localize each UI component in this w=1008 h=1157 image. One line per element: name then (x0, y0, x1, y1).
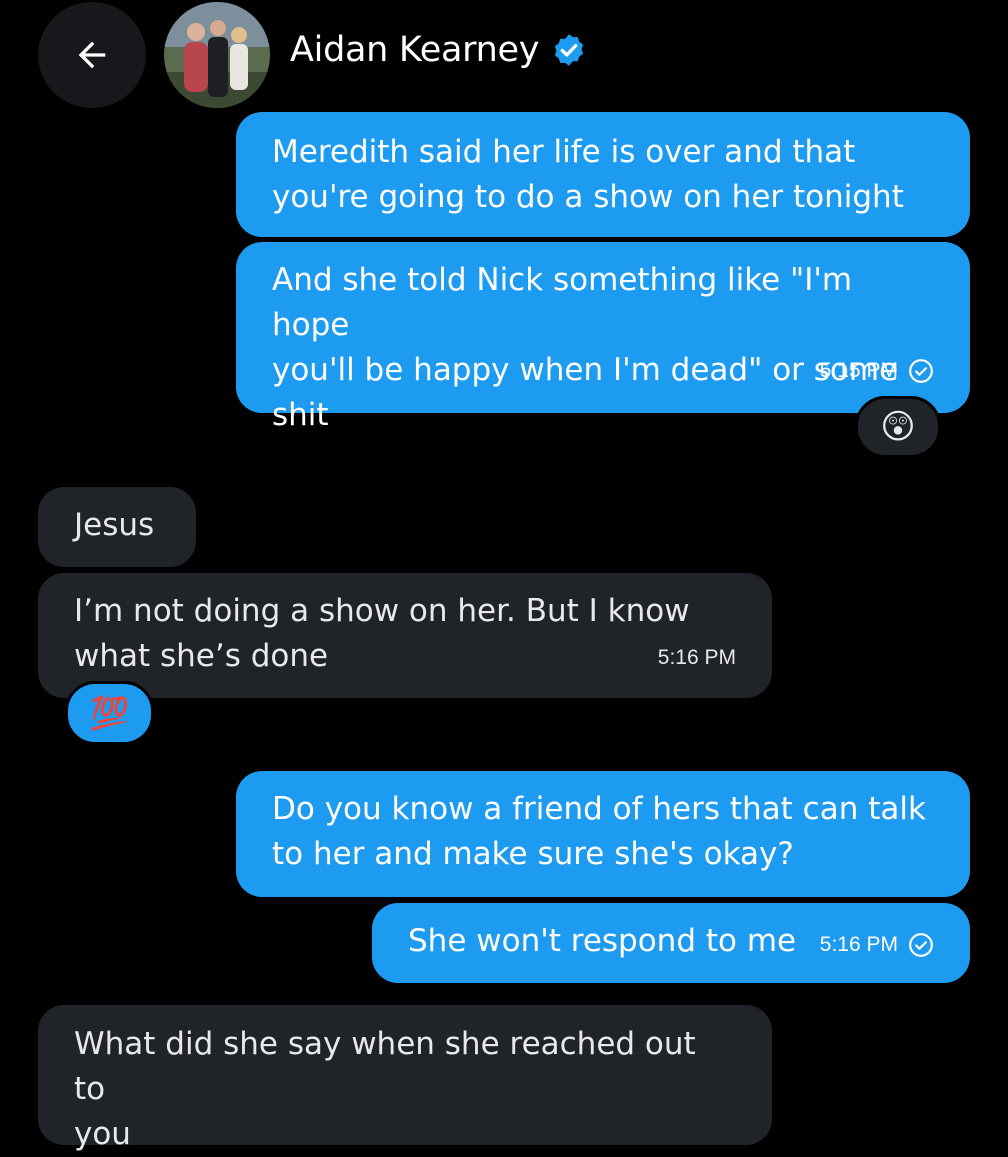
message-bubble-received[interactable]: Jesus (38, 487, 196, 567)
message-text: Meredith said her life is over and that … (272, 134, 904, 215)
hundred-points-icon: 💯 (89, 694, 130, 732)
message-reaction[interactable]: 💯 (65, 681, 154, 745)
timestamp-text: 5:15 PM (819, 359, 898, 382)
message-bubble-received[interactable]: I’m not doing a show on her. But I know … (38, 573, 772, 698)
verified-badge-icon (555, 34, 584, 66)
message-timestamp: 5:15 PM (820, 348, 934, 393)
message-reaction[interactable]: 😲 (855, 396, 941, 458)
message-bubble-sent[interactable]: Do you know a friend of hers that can ta… (236, 771, 970, 897)
message-timestamp: 5:16 PM (820, 922, 934, 967)
read-check-icon (909, 358, 933, 383)
message-bubble-sent[interactable]: Meredith said her life is over and that … (236, 112, 970, 237)
back-button[interactable] (38, 2, 146, 108)
astonished-face-icon: 😲 (880, 407, 916, 447)
message-text: Jesus (74, 507, 155, 543)
message-text: Do you know a friend of hers that can ta… (272, 791, 926, 872)
message-text: I’m not doing a show on her. But I know … (74, 593, 690, 674)
timestamp-text: 5:16 PM (819, 933, 898, 956)
avatar-photo (164, 2, 270, 108)
message-text: What did she say when she reached out to… (74, 1026, 696, 1152)
message-bubble-sent[interactable]: She won't respond to me 5:16 PM (372, 903, 970, 983)
message-timestamp: 5:16 PM (658, 635, 736, 680)
read-check-icon (909, 932, 933, 957)
timestamp-text: 5:16 PM (657, 646, 736, 669)
message-bubble-received[interactable]: What did she say when she reached out to… (38, 1005, 772, 1152)
arrow-left-icon (78, 41, 106, 69)
contact-avatar[interactable] (164, 2, 270, 108)
message-bubble-sent[interactable]: And she told Nick something like "I'm ho… (236, 242, 970, 433)
conversation-header: Aidan Kearney (0, 0, 1008, 110)
contact-name: Aidan Kearney (290, 30, 540, 70)
